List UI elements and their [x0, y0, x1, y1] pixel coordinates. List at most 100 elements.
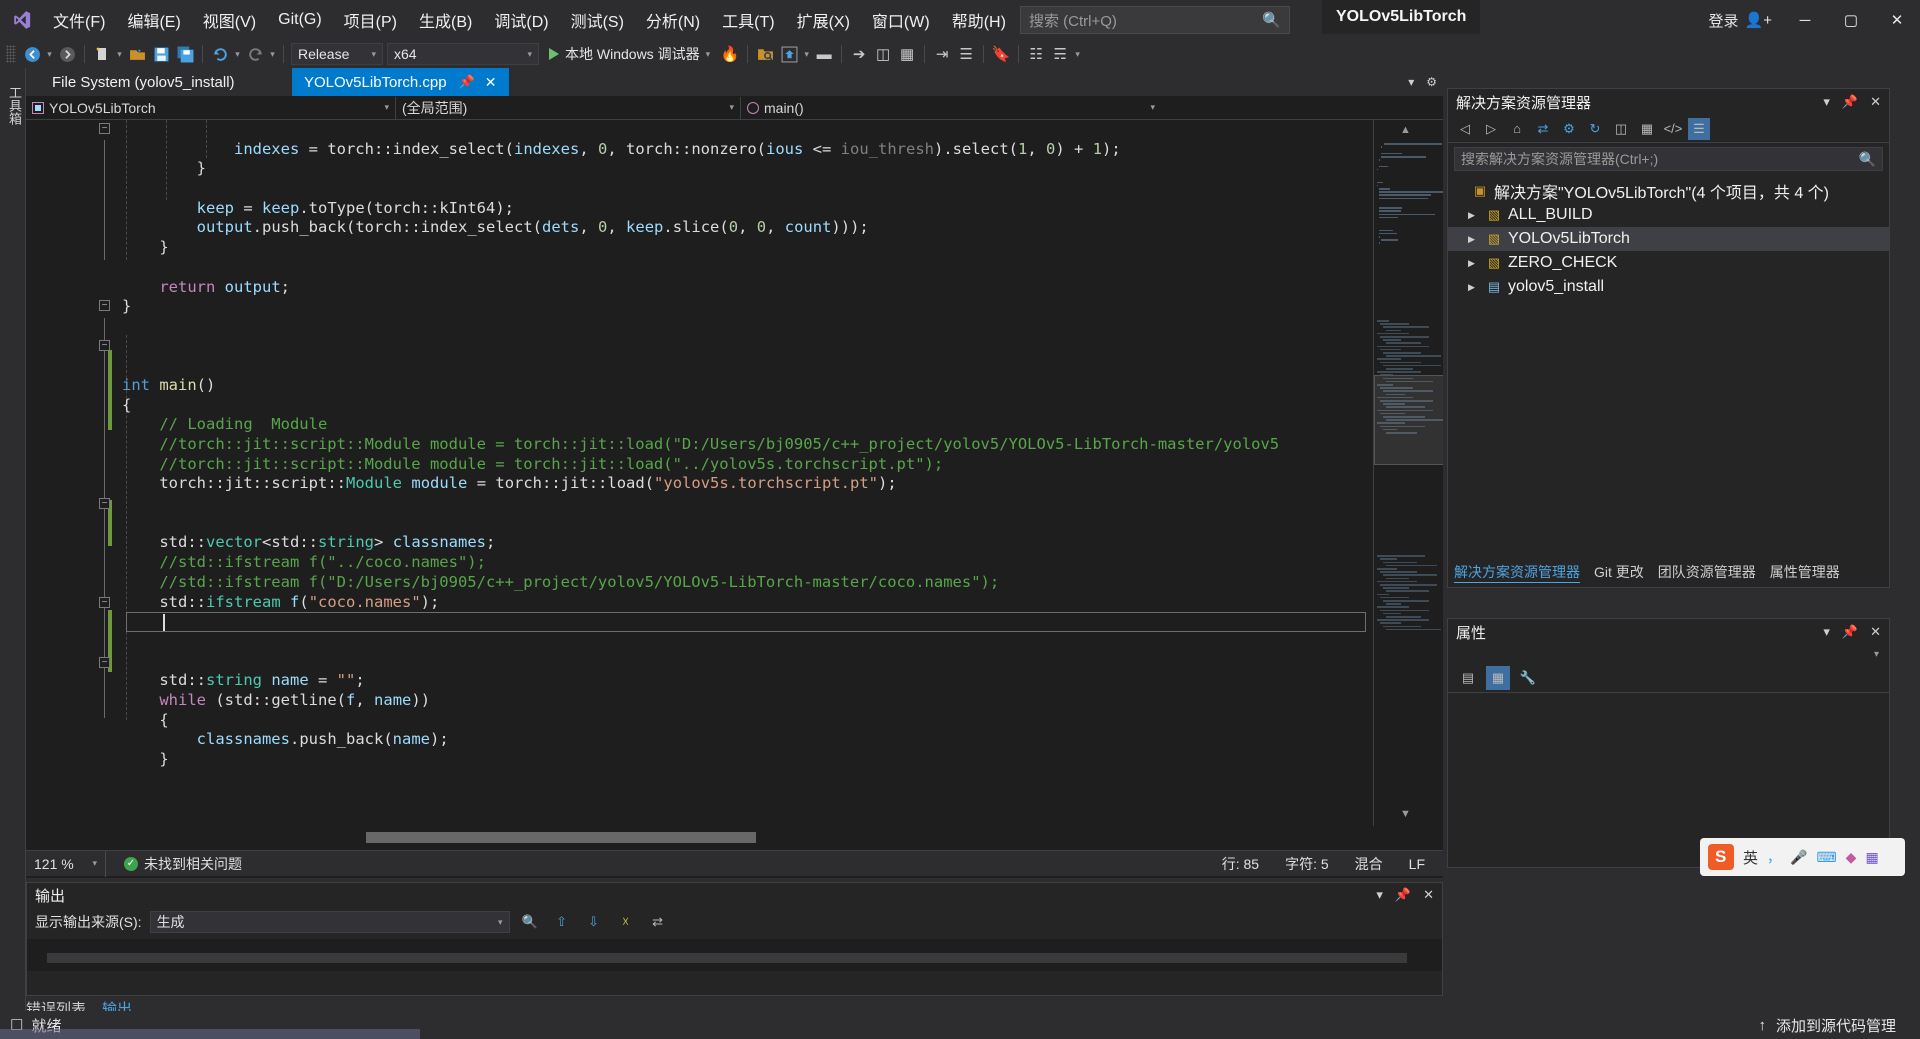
bottom-tab-git-changes[interactable]: Git 更改 [1594, 562, 1644, 583]
fold-minus-icon[interactable]: − [99, 498, 110, 509]
clear-pane-icon[interactable]: ⇧ [550, 911, 574, 933]
chevron-right-icon[interactable]: ▶ [1468, 258, 1484, 269]
minimap-down-arrow-icon[interactable]: ▼ [1400, 808, 1411, 820]
preview-window-icon[interactable] [777, 42, 801, 66]
close-icon[interactable]: ✕ [1870, 624, 1881, 640]
pin-icon[interactable]: 📌 [1842, 624, 1858, 640]
fold-minus-icon[interactable]: − [99, 123, 110, 134]
menu-item-build[interactable]: 生成(B) [408, 0, 483, 40]
folder-search-icon[interactable] [753, 42, 777, 66]
editor-minimap[interactable]: ▲ ▼ [1373, 120, 1443, 826]
code-editor-pane[interactable]: − − − − − − indexes = torch::index_selec… [26, 120, 1373, 826]
global-search-box[interactable]: 搜索 (Ctrl+Q) 🔍 [1020, 6, 1290, 34]
refresh-icon[interactable]: ↻ [1584, 118, 1606, 140]
toolbox-tab[interactable]: 工具箱 [0, 78, 29, 133]
platform-combo[interactable]: x64 ▾ [387, 43, 539, 65]
stack-icon[interactable]: ☰ [954, 42, 978, 66]
menu-item-view[interactable]: 视图(V) [192, 0, 267, 40]
fold-minus-icon[interactable]: − [99, 657, 110, 668]
solution-tree[interactable]: ▣ 解决方案"YOLOv5LibTorch"(4 个项目，共 4 个) ▶ ▧ ALL_… [1448, 175, 1889, 303]
close-icon[interactable]: ✕ [1870, 94, 1881, 110]
bottom-tab-solution-explorer[interactable]: 解决方案资源管理器 [1454, 562, 1580, 583]
menu-item-tools[interactable]: 工具(T) [711, 0, 785, 40]
menu-item-help[interactable]: 帮助(H) [941, 0, 1017, 40]
pin-icon[interactable]: 📌 [459, 74, 475, 90]
menu-item-git[interactable]: Git(G) [267, 0, 333, 40]
preview-caret-icon[interactable]: ▾ [801, 42, 812, 66]
document-tab-file-system[interactable]: File System (yolov5_install) [40, 68, 247, 96]
bookmark-icon[interactable]: 🔖 [989, 42, 1013, 66]
menu-item-file[interactable]: 文件(F) [42, 0, 116, 40]
close-icon[interactable]: ✕ [485, 74, 497, 91]
minimap-viewport[interactable] [1374, 375, 1443, 465]
go-to-icon[interactable]: ⇄ [646, 911, 670, 933]
output-horizontal-scrollbar[interactable] [47, 953, 1407, 963]
categorized-icon[interactable]: ▤ [1456, 666, 1480, 690]
minimize-button[interactable]: ─ [1782, 0, 1828, 40]
gear-icon[interactable]: ⚙ [1426, 75, 1437, 89]
punct-icon[interactable]: ， [1767, 847, 1781, 867]
ime-language-label[interactable]: 英 [1743, 847, 1758, 868]
code-view-icon[interactable]: </> [1662, 118, 1684, 140]
add-icon[interactable]: ☷ [1024, 42, 1048, 66]
clear-all-icon[interactable]: ☓ [614, 911, 638, 933]
close-icon[interactable]: ✕ [1423, 887, 1434, 903]
fold-minus-icon[interactable]: − [99, 300, 110, 311]
menu-item-project[interactable]: 项目(P) [333, 0, 408, 40]
menu-item-analyze[interactable]: 分析(N) [635, 0, 711, 40]
start-debugging-button[interactable]: 本地 Windows 调试器 ▾ [541, 42, 718, 66]
list-icon[interactable]: ☴ [1048, 42, 1072, 66]
step-icon[interactable]: ⇥ [930, 42, 954, 66]
property-pages-icon[interactable]: 🔧 [1516, 666, 1540, 690]
chevron-right-icon[interactable]: ▶ [1468, 234, 1484, 245]
zoom-level-combo[interactable]: 121 % ▾ [26, 850, 106, 877]
output-text-area[interactable] [27, 939, 1442, 971]
pointer-icon[interactable]: ➔ [847, 42, 871, 66]
undo-icon[interactable] [208, 42, 232, 66]
keyboard-icon[interactable]: ⌨ [1816, 849, 1836, 866]
navbar-member-combo[interactable]: main() ▾ [741, 97, 1161, 119]
properties-object-caret-icon[interactable]: ▾ [1448, 645, 1889, 663]
bottom-tab-team-explorer[interactable]: 团队资源管理器 [1658, 562, 1756, 583]
chevron-down-icon[interactable]: ▾ [1376, 887, 1383, 903]
editor-gutter[interactable] [26, 120, 122, 826]
apps-icon[interactable]: ▦ [1865, 849, 1878, 866]
menu-item-window[interactable]: 窗口(W) [861, 0, 941, 40]
compare-icon[interactable]: ◫ [871, 42, 895, 66]
bottom-tab-property-manager[interactable]: 属性管理器 [1770, 562, 1840, 583]
collapse-all-icon[interactable]: ◫ [1610, 118, 1632, 140]
chevron-down-icon[interactable]: ▾ [1823, 94, 1830, 110]
pin-icon[interactable]: 📌 [1842, 94, 1858, 110]
back-arrow-icon[interactable]: ◁ [1454, 118, 1476, 140]
maximize-button[interactable]: ▢ [1828, 0, 1874, 40]
navbar-scope-combo[interactable]: (全局范围) ▾ [396, 96, 741, 119]
sign-in-button[interactable]: 登录 👤+ [1699, 10, 1782, 31]
solution-project-row[interactable]: ▶ ▤ yolov5_install [1448, 275, 1889, 299]
code-text[interactable]: indexes = torch::index_select(indexes, 0… [122, 120, 1373, 770]
toolbar-grip[interactable] [6, 45, 16, 63]
find-icon[interactable]: 🔍 [518, 911, 542, 933]
solution-project-row[interactable]: ▶ ▧ ZERO_CHECK [1448, 251, 1889, 275]
chevron-down-icon[interactable]: ▾ [706, 49, 711, 60]
close-button[interactable]: ✕ [1874, 0, 1920, 40]
fold-minus-icon[interactable]: − [99, 597, 110, 608]
configuration-combo[interactable]: Release ▾ [291, 43, 383, 65]
solution-project-row[interactable]: ▶ ▧ ALL_BUILD [1448, 203, 1889, 227]
solution-root-row[interactable]: ▣ 解决方案"YOLOv5LibTorch"(4 个项目，共 4 个) [1448, 179, 1889, 203]
minimap-up-arrow-icon[interactable]: ▲ [1400, 124, 1411, 136]
menu-item-debug[interactable]: 调试(D) [483, 0, 559, 40]
sogou-logo-icon[interactable] [1708, 844, 1734, 870]
list-view-icon[interactable]: ☰ [1688, 117, 1710, 140]
save-all-icon[interactable] [173, 42, 197, 66]
mic-icon[interactable]: 🎤 [1790, 849, 1807, 866]
back-history-caret-icon[interactable]: ▾ [44, 42, 55, 66]
toggle-wordwrap-icon[interactable]: ⇩ [582, 911, 606, 933]
properties-icon[interactable]: ⚙ [1558, 118, 1580, 140]
horizontal-scrollbar-thumb[interactable] [366, 832, 756, 843]
solution-explorer-search-input[interactable]: 搜索解决方案资源管理器(Ctrl+;) 🔍 [1454, 147, 1883, 171]
chevron-down-icon[interactable]: ▾ [1408, 75, 1414, 89]
home-icon[interactable]: ⌂ [1506, 118, 1528, 140]
flame-icon[interactable]: 🔥 [718, 42, 742, 66]
chevron-down-icon[interactable]: ▾ [1823, 624, 1830, 640]
fold-minus-icon[interactable]: − [99, 340, 110, 351]
